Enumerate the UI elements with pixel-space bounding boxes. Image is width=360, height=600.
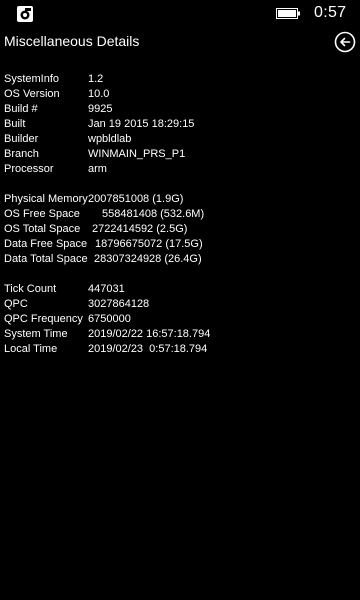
detail-value: arm — [88, 163, 107, 175]
app-icon — [17, 6, 33, 22]
detail-label: SystemInfo — [4, 73, 60, 85]
page-title: Miscellaneous Details — [4, 33, 140, 49]
detail-row: Local Time 2019/02/23 0:57:18.794 — [4, 342, 356, 357]
detail-value: 558481408 (532.6M) — [102, 208, 205, 220]
detail-row: Physical Memory 2007851008 (1.9G) — [4, 192, 356, 207]
clock: 0:57 — [314, 4, 347, 21]
detail-label: Data Free Space — [4, 238, 88, 250]
detail-label: Builder — [4, 133, 39, 145]
detail-row: OS Total Space 2722414592 (2.5G) — [4, 222, 356, 237]
system-info-group: SystemInfo 1.2 OS Version 10.0 Build # 9925… — [4, 72, 356, 177]
detail-value: Jan 19 2015 18:29:15 — [88, 118, 195, 130]
details-list: SystemInfo 1.2 OS Version 10.0 Build # 9925… — [4, 72, 356, 357]
detail-label: OS Version — [4, 88, 60, 100]
detail-row: Data Free Space 18796675072 (17.5G) — [4, 237, 356, 252]
detail-label: OS Free Space — [4, 208, 80, 220]
detail-value: 10.0 — [88, 88, 110, 100]
status-bar: 0:57 — [0, 0, 360, 28]
detail-label: OS Total Space — [4, 223, 81, 235]
detail-value: WINMAIN_PRS_P1 — [88, 148, 186, 160]
detail-row: Build # 9925 — [4, 102, 356, 117]
detail-value: 3027864128 — [88, 298, 150, 310]
detail-label: QPC — [4, 298, 28, 310]
detail-row: Tick Count 447031 — [4, 282, 356, 297]
detail-row: Processor arm — [4, 162, 356, 177]
detail-label: Build # — [4, 103, 38, 115]
detail-value: 18796675072 (17.5G) — [95, 238, 203, 250]
detail-label: QPC Frequency — [4, 313, 83, 325]
detail-label: Processor — [4, 163, 54, 175]
detail-label: Branch — [4, 148, 39, 160]
detail-value: 28307324928 (26.4G) — [94, 253, 202, 265]
detail-label: Physical Memory — [4, 193, 88, 205]
back-arrow-circle-icon[interactable] — [334, 31, 356, 53]
detail-row: QPC Frequency 6750000 — [4, 312, 356, 327]
detail-row: System Time 2019/02/22 16:57:18.794 — [4, 327, 356, 342]
detail-value: 447031 — [88, 283, 125, 295]
detail-label: System Time — [4, 328, 68, 340]
detail-row: Built Jan 19 2015 18:29:15 — [4, 117, 356, 132]
detail-value: 2007851008 (1.9G) — [88, 193, 184, 205]
detail-label: Local Time — [4, 343, 58, 355]
detail-row: OS Version 10.0 — [4, 87, 356, 102]
detail-value: 2019/02/22 16:57:18.794 — [88, 328, 211, 340]
detail-row: OS Free Space 558481408 (532.6M) — [4, 207, 356, 222]
detail-label: Data Total Space — [4, 253, 88, 265]
detail-value: 2019/02/23 0:57:18.794 — [88, 343, 208, 355]
detail-row: QPC 3027864128 — [4, 297, 356, 312]
detail-value: 6750000 — [88, 313, 131, 325]
battery-icon — [276, 8, 300, 19]
detail-label: Tick Count — [4, 283, 57, 295]
detail-row: Branch WINMAIN_PRS_P1 — [4, 147, 356, 162]
detail-row: Data Total Space 28307324928 (26.4G) — [4, 252, 356, 267]
detail-row: Builder wpbldlab — [4, 132, 356, 147]
detail-value: 9925 — [88, 103, 113, 115]
detail-value: wpbldlab — [88, 133, 132, 145]
detail-row: SystemInfo 1.2 — [4, 72, 356, 87]
detail-value: 2722414592 (2.5G) — [92, 223, 188, 235]
detail-value: 1.2 — [88, 73, 104, 85]
timing-group: Tick Count 447031 QPC 3027864128 QPC Frequ… — [4, 282, 356, 357]
storage-group: Physical Memory 2007851008 (1.9G) OS Free… — [4, 192, 356, 267]
detail-label: Built — [4, 118, 26, 130]
